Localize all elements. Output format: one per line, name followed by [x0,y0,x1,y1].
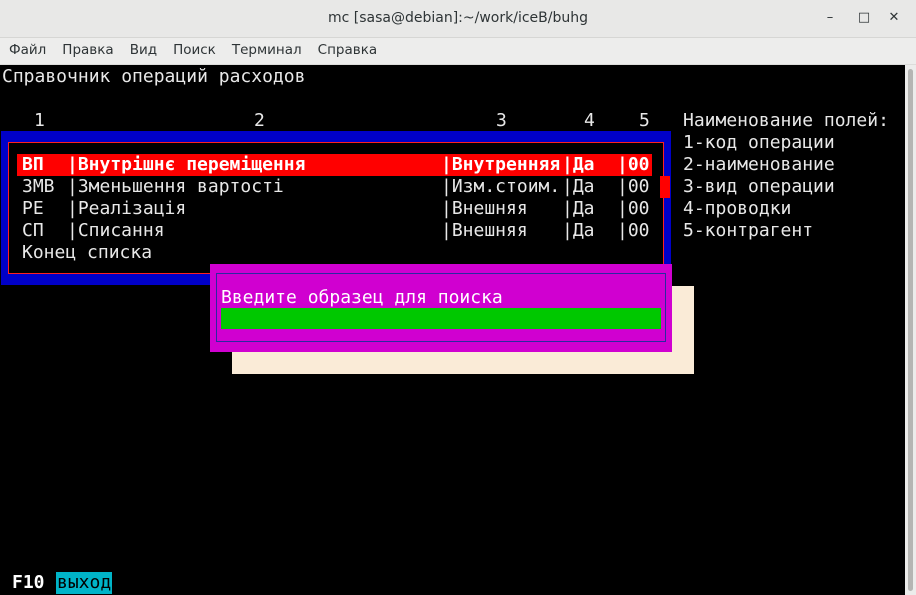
legend-item: 3-вид операции [683,176,835,197]
legend-item: 1-код операции [683,132,835,153]
cell-name: |Внутрішнє переміщення [67,154,306,175]
cell-kind: |Изм.стоим. [441,176,561,197]
window-titlebar: mc [sasa@debian]:~/work/iceB/buhg – □ ✕ [0,0,916,38]
cell-postings: |Да [562,176,595,197]
hotkey-exit-label[interactable]: выход [56,572,113,594]
cell-name: |Зменьшення вартості [67,176,284,197]
list-end-marker: Конец списка [22,242,153,263]
column-number-3: 3 [496,110,507,131]
cell-postings: |Да [562,220,595,241]
list-scroll-marker[interactable] [660,176,670,198]
column-number-4: 4 [584,110,595,131]
menu-bar: Файл Правка Вид Поиск Терминал Справка [0,38,916,65]
legend-title: Наименование полей: [683,110,889,131]
cell-contractor: |00 [617,154,650,175]
column-number-5: 5 [639,110,650,131]
hotkey-f10[interactable]: F10 [12,572,45,594]
menu-view[interactable]: Вид [122,38,165,64]
legend-item: 2-наименование [683,154,835,175]
cell-kind: |Внешняя [441,220,528,241]
cell-code: ЗМВ [22,176,55,197]
cell-code: СП [22,220,44,241]
legend-item: 4-проводки [683,198,792,219]
table-row[interactable]: РЕ |Реалізація |Внешняя |Да |00 [22,198,652,220]
cell-kind: |Внешняя [441,198,528,219]
search-prompt: Введите образец для поиска [221,287,503,308]
column-number-2: 2 [254,110,265,131]
menu-edit[interactable]: Правка [54,38,121,64]
close-icon[interactable]: ✕ [885,9,903,27]
cell-code: ВП [22,154,44,175]
table-row[interactable]: ЗМВ |Зменьшення вартості |Изм.стоим. |Да… [22,176,652,198]
cell-postings: |Да [562,198,595,219]
menu-terminal[interactable]: Терминал [224,38,310,64]
terminal-scrollbar[interactable] [905,65,916,595]
cell-contractor: |00 [617,198,650,219]
cell-name: |Реалізація [67,198,187,219]
legend-item: 5-контрагент [683,220,814,241]
cell-name: |Списання [67,220,165,241]
scrollbar-thumb[interactable] [908,69,913,591]
window-title: mc [sasa@debian]:~/work/iceB/buhg [328,10,588,26]
menu-help[interactable]: Справка [310,38,385,64]
cell-kind: |Внутренняя [441,154,561,175]
menu-search[interactable]: Поиск [165,38,224,64]
cell-postings: |Да [562,154,595,175]
terminal-screen[interactable]: Справочник операций расходов 1 2 3 4 5 Н… [0,65,905,595]
cell-contractor: |00 [617,176,650,197]
cell-code: РЕ [22,198,44,219]
table-row-selected[interactable]: ВП |Внутрішнє переміщення |Внутренняя |Д… [17,154,652,176]
maximize-icon[interactable]: □ [855,9,873,27]
screen-heading: Справочник операций расходов [2,66,306,87]
menu-file[interactable]: Файл [0,38,54,64]
cell-contractor: |00 [617,220,650,241]
minimize-icon[interactable]: – [821,9,839,27]
search-input[interactable] [221,308,661,329]
table-row[interactable]: СП |Списання |Внешняя |Да |00 [22,220,652,242]
column-number-1: 1 [34,110,45,131]
